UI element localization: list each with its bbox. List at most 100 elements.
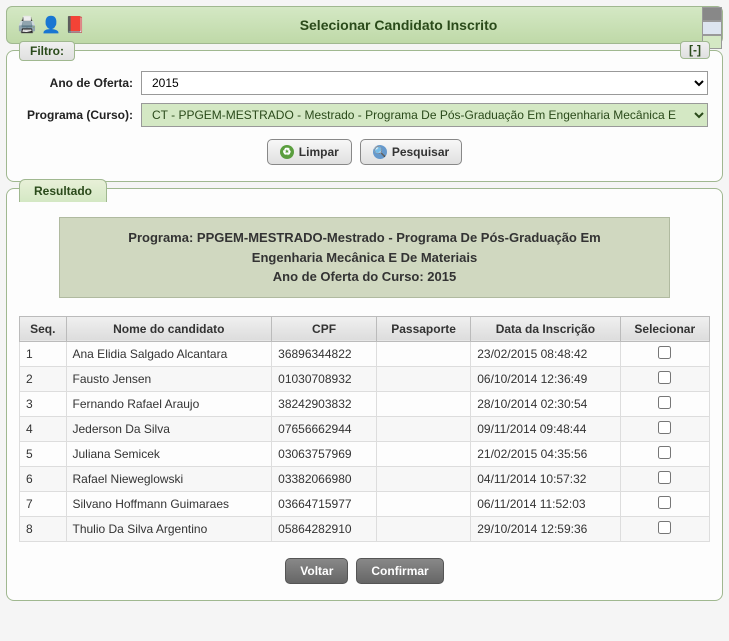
cell-data: 06/10/2014 12:36:49 bbox=[471, 366, 620, 391]
col-passaporte: Passaporte bbox=[376, 316, 470, 341]
user-icon[interactable]: 👤 bbox=[41, 15, 61, 35]
cell-data: 21/02/2015 04:35:56 bbox=[471, 441, 620, 466]
cell-seq: 3 bbox=[20, 391, 67, 416]
col-data: Data da Inscrição bbox=[471, 316, 620, 341]
limpar-label: Limpar bbox=[299, 145, 339, 159]
cell-selecionar bbox=[620, 366, 709, 391]
row-ano-oferta: Ano de Oferta: 2015 bbox=[21, 71, 708, 95]
cell-selecionar bbox=[620, 491, 709, 516]
col-nome: Nome do candidato bbox=[66, 316, 272, 341]
table-row: 5Juliana Semicek03063757969 21/02/2015 04… bbox=[20, 441, 710, 466]
table-row: 6Rafael Nieweglowski0338206698004/11/201… bbox=[20, 466, 710, 491]
cell-selecionar bbox=[620, 416, 709, 441]
book-icon[interactable]: 📕 bbox=[65, 15, 85, 35]
cell-nome: Fernando Rafael Araujo bbox=[66, 391, 272, 416]
cell-data: 29/10/2014 12:59:36 bbox=[471, 516, 620, 541]
theme-swatch-gray[interactable] bbox=[702, 7, 722, 21]
filter-tab-label: Filtro: bbox=[19, 41, 75, 61]
cell-passaporte bbox=[376, 391, 470, 416]
cell-passaporte bbox=[376, 516, 470, 541]
cell-selecionar bbox=[620, 391, 709, 416]
cell-nome: Thulio Da Silva Argentino bbox=[66, 516, 272, 541]
recycle-icon: ♻ bbox=[280, 145, 294, 159]
banner-line1: Programa: PPGEM-MESTRADO-Mestrado - Prog… bbox=[70, 228, 659, 248]
cell-data: 09/11/2014 09:48:44 bbox=[471, 416, 620, 441]
col-seq: Seq. bbox=[20, 316, 67, 341]
cell-selecionar bbox=[620, 341, 709, 366]
cell-seq: 1 bbox=[20, 341, 67, 366]
collapse-button[interactable]: [-] bbox=[680, 41, 710, 59]
cell-selecionar bbox=[620, 441, 709, 466]
table-header-row: Seq. Nome do candidato CPF Passaporte Da… bbox=[20, 316, 710, 341]
ano-oferta-select[interactable]: 2015 bbox=[141, 71, 708, 95]
cell-passaporte bbox=[376, 366, 470, 391]
cell-nome: Fausto Jensen bbox=[66, 366, 272, 391]
banner-line3: Ano de Oferta do Curso: 2015 bbox=[70, 267, 659, 287]
program-banner: Programa: PPGEM-MESTRADO-Mestrado - Prog… bbox=[59, 217, 670, 298]
table-row: 7Silvano Hoffmann Guimaraes0366471597706… bbox=[20, 491, 710, 516]
cell-nome: Juliana Semicek bbox=[66, 441, 272, 466]
programa-select[interactable]: CT - PPGEM-MESTRADO - Mestrado - Program… bbox=[141, 103, 708, 127]
cell-passaporte bbox=[376, 441, 470, 466]
select-checkbox[interactable] bbox=[658, 371, 671, 384]
cell-selecionar bbox=[620, 466, 709, 491]
action-buttons: Voltar Confirmar bbox=[19, 558, 710, 584]
banner-line2: Engenharia Mecânica E De Materiais bbox=[70, 248, 659, 268]
cell-cpf: 38242903832 bbox=[272, 391, 377, 416]
filter-panel: Filtro: [-] Ano de Oferta: 2015 Programa… bbox=[6, 50, 723, 182]
cell-seq: 7 bbox=[20, 491, 67, 516]
select-checkbox[interactable] bbox=[658, 346, 671, 359]
candidates-table: Seq. Nome do candidato CPF Passaporte Da… bbox=[19, 316, 710, 542]
select-checkbox[interactable] bbox=[658, 446, 671, 459]
cell-cpf: 07656662944 bbox=[272, 416, 377, 441]
cell-cpf: 03664715977 bbox=[272, 491, 377, 516]
cell-seq: 5 bbox=[20, 441, 67, 466]
voltar-button[interactable]: Voltar bbox=[285, 558, 348, 584]
result-tab-label: Resultado bbox=[19, 179, 107, 202]
cell-data: 04/11/2014 10:57:32 bbox=[471, 466, 620, 491]
cell-cpf: 01030708932 bbox=[272, 366, 377, 391]
confirmar-button[interactable]: Confirmar bbox=[356, 558, 443, 584]
select-checkbox[interactable] bbox=[658, 471, 671, 484]
select-checkbox[interactable] bbox=[658, 521, 671, 534]
print-icon[interactable]: 🖨️ bbox=[17, 15, 37, 35]
search-icon: 🔍 bbox=[373, 145, 387, 159]
theme-swatch-blue[interactable] bbox=[702, 21, 722, 35]
ano-oferta-label: Ano de Oferta: bbox=[21, 76, 141, 90]
row-programa: Programa (Curso): CT - PPGEM-MESTRADO - … bbox=[21, 103, 708, 127]
cell-passaporte bbox=[376, 466, 470, 491]
cell-data: 28/10/2014 02:30:54 bbox=[471, 391, 620, 416]
cell-passaporte bbox=[376, 491, 470, 516]
cell-cpf: 03063757969 bbox=[272, 441, 377, 466]
cell-data: 06/11/2014 11:52:03 bbox=[471, 491, 620, 516]
select-checkbox[interactable] bbox=[658, 496, 671, 509]
col-cpf: CPF bbox=[272, 316, 377, 341]
cell-nome: Rafael Nieweglowski bbox=[66, 466, 272, 491]
cell-cpf: 36896344822 bbox=[272, 341, 377, 366]
cell-data: 23/02/2015 08:48:42 bbox=[471, 341, 620, 366]
table-row: 2Fausto Jensen01030708932 06/10/2014 12:3… bbox=[20, 366, 710, 391]
result-panel: Resultado Programa: PPGEM-MESTRADO-Mestr… bbox=[6, 188, 723, 601]
filter-buttons: ♻ Limpar 🔍 Pesquisar bbox=[21, 139, 708, 165]
select-checkbox[interactable] bbox=[658, 396, 671, 409]
table-row: 1Ana Elidia Salgado Alcantara36896344822… bbox=[20, 341, 710, 366]
select-checkbox[interactable] bbox=[658, 421, 671, 434]
programa-label: Programa (Curso): bbox=[21, 108, 141, 122]
header-bar: 🖨️ 👤 📕 Selecionar Candidato Inscrito bbox=[6, 6, 723, 44]
table-row: 4Jederson Da Silva07656662944 09/11/2014 … bbox=[20, 416, 710, 441]
cell-nome: Jederson Da Silva bbox=[66, 416, 272, 441]
header-toolbar: 🖨️ 👤 📕 bbox=[17, 15, 85, 35]
cell-seq: 4 bbox=[20, 416, 67, 441]
cell-passaporte bbox=[376, 416, 470, 441]
pesquisar-label: Pesquisar bbox=[392, 145, 449, 159]
table-row: 8Thulio Da Silva Argentino0586428291029/… bbox=[20, 516, 710, 541]
cell-seq: 8 bbox=[20, 516, 67, 541]
cell-seq: 2 bbox=[20, 366, 67, 391]
pesquisar-button[interactable]: 🔍 Pesquisar bbox=[360, 139, 462, 165]
page-title: Selecionar Candidato Inscrito bbox=[85, 17, 712, 33]
cell-cpf: 03382066980 bbox=[272, 466, 377, 491]
table-row: 3Fernando Rafael Araujo38242903832 28/10/… bbox=[20, 391, 710, 416]
cell-nome: Ana Elidia Salgado Alcantara bbox=[66, 341, 272, 366]
limpar-button[interactable]: ♻ Limpar bbox=[267, 139, 352, 165]
cell-passaporte bbox=[376, 341, 470, 366]
